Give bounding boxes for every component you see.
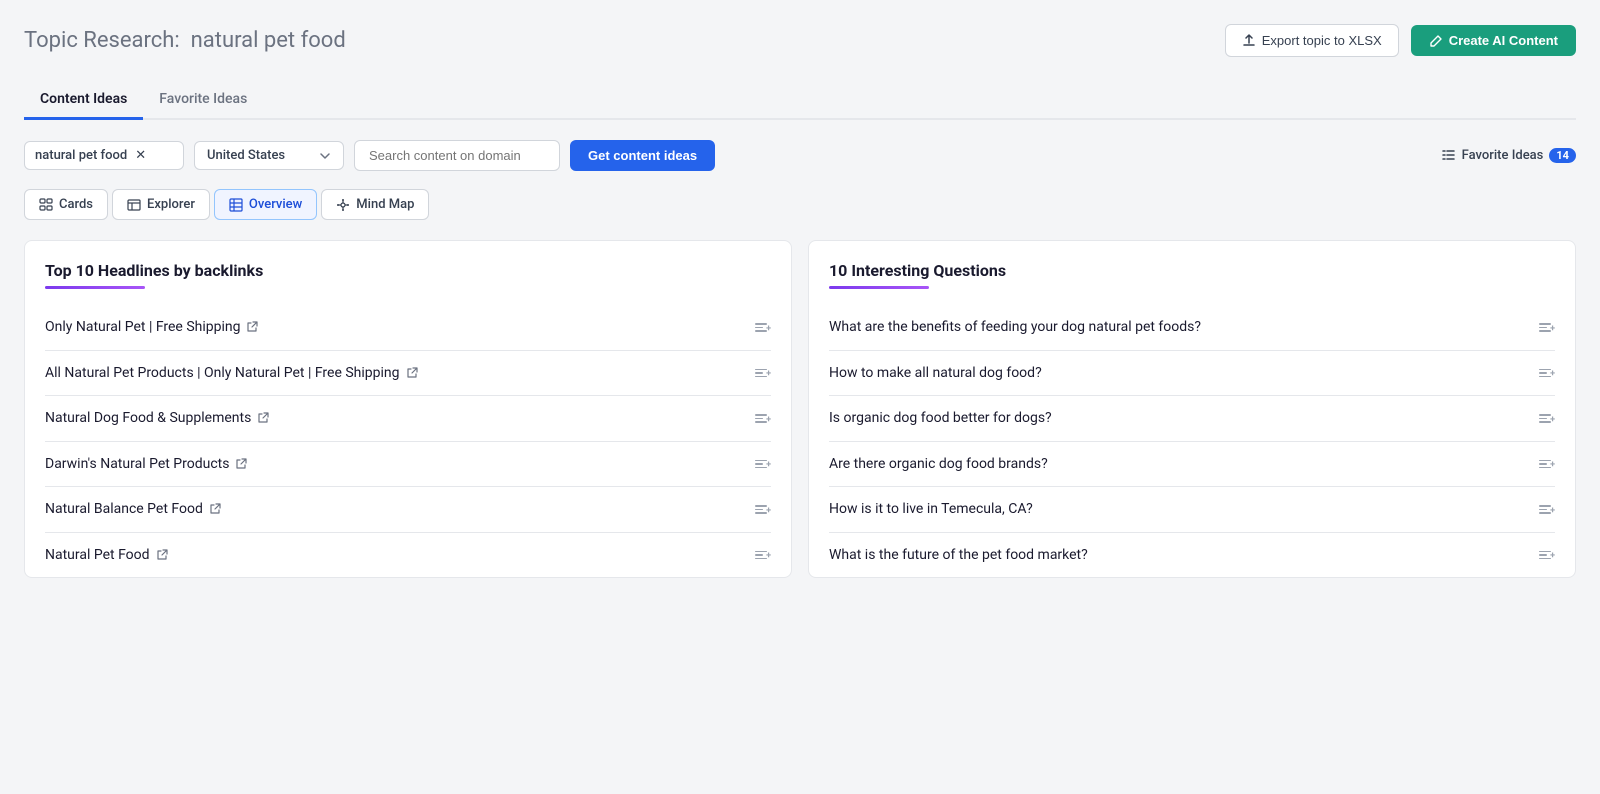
content-panels: Top 10 Headlines by backlinks Only Natur… (24, 240, 1576, 578)
chevron-down-icon (319, 150, 331, 162)
export-button[interactable]: Export topic to XLSX (1225, 24, 1399, 57)
question-item-2: How to make all natural dog food? (829, 365, 1042, 381)
tab-explorer[interactable]: Explorer (112, 189, 210, 220)
add-to-favorites-icon[interactable]: + (1535, 501, 1555, 518)
create-ai-button[interactable]: Create AI Content (1411, 25, 1576, 56)
tab-mind-map[interactable]: Mind Map (321, 189, 429, 220)
headline-item-5: Natural Balance Pet Food (45, 501, 221, 517)
keyword-value: natural pet food (35, 148, 127, 163)
question-item-4: Are there organic dog food brands? (829, 456, 1048, 472)
country-value: United States (207, 148, 285, 163)
headline-item-3: Natural Dog Food & Supplements (45, 410, 269, 426)
title-prefix: Topic Research: (24, 28, 180, 53)
list-item: Is organic dog food better for dogs? + (829, 396, 1555, 442)
controls-bar: natural pet food ✕ United States Get con… (24, 140, 1576, 171)
external-link-icon[interactable] (257, 412, 269, 424)
list-icon (1441, 148, 1456, 163)
upload-icon (1242, 34, 1256, 48)
list-item: Natural Pet Food + (45, 533, 771, 578)
add-to-favorites-icon[interactable]: + (1535, 319, 1555, 336)
list-item: All Natural Pet Products | Only Natural … (45, 351, 771, 397)
questions-panel-title: 10 Interesting Questions (829, 261, 1555, 280)
questions-title-underline (829, 286, 929, 289)
main-tabs: Content Ideas Favorite Ideas (24, 81, 1576, 120)
list-item: Natural Balance Pet Food + (45, 487, 771, 533)
add-to-favorites-icon[interactable]: + (1535, 547, 1555, 564)
headlines-panel-title: Top 10 Headlines by backlinks (45, 261, 771, 280)
list-item: How to make all natural dog food? + (829, 351, 1555, 397)
view-tabs: Cards Explorer Overview (24, 189, 1576, 220)
add-to-favorites-icon[interactable]: + (1535, 410, 1555, 427)
mindmap-icon (336, 198, 350, 212)
headline-item-1: Only Natural Pet | Free Shipping (45, 319, 258, 335)
headlines-panel: Top 10 Headlines by backlinks Only Natur… (24, 240, 792, 578)
overview-icon (229, 198, 243, 212)
list-item: Natural Dog Food & Supplements + (45, 396, 771, 442)
page-title: Topic Research: natural pet food (24, 28, 346, 53)
headlines-title-underline (45, 286, 145, 289)
add-to-favorites-icon[interactable]: + (751, 501, 771, 518)
external-link-icon[interactable] (406, 367, 418, 379)
add-to-favorites-icon[interactable]: + (751, 456, 771, 473)
list-item: What is the future of the pet food marke… (829, 533, 1555, 578)
add-to-favorites-icon[interactable]: + (751, 547, 771, 564)
add-to-favorites-icon[interactable]: + (751, 410, 771, 427)
get-content-ideas-button[interactable]: Get content ideas (570, 140, 715, 171)
page-header: Topic Research: natural pet food Export … (24, 24, 1576, 57)
external-link-icon[interactable] (235, 458, 247, 470)
domain-search-input[interactable] (354, 140, 560, 171)
list-item: Darwin's Natural Pet Products + (45, 442, 771, 488)
clear-keyword-icon[interactable]: ✕ (135, 149, 146, 162)
edit-ai-icon (1429, 34, 1443, 48)
list-item: How is it to live in Temecula, CA? + (829, 487, 1555, 533)
question-item-3: Is organic dog food better for dogs? (829, 410, 1052, 426)
question-item-6: What is the future of the pet food marke… (829, 547, 1088, 563)
add-to-favorites-icon[interactable]: + (1535, 365, 1555, 382)
tab-overview[interactable]: Overview (214, 189, 317, 220)
page-wrapper: Topic Research: natural pet food Export … (0, 0, 1600, 794)
title-keyword: natural pet food (191, 28, 346, 53)
favorite-ideas-badge[interactable]: Favorite Ideas 14 (1441, 148, 1576, 163)
external-link-icon[interactable] (246, 321, 258, 333)
list-item: Are there organic dog food brands? + (829, 442, 1555, 488)
tab-content-ideas[interactable]: Content Ideas (24, 81, 143, 120)
keyword-input-wrapper[interactable]: natural pet food ✕ (24, 141, 184, 170)
favorite-count-badge: 14 (1549, 148, 1576, 163)
add-to-favorites-icon[interactable]: + (1535, 456, 1555, 473)
question-item-5: How is it to live in Temecula, CA? (829, 501, 1033, 517)
external-link-icon[interactable] (156, 549, 168, 561)
questions-panel: 10 Interesting Questions What are the be… (808, 240, 1576, 578)
add-to-favorites-icon[interactable]: + (751, 319, 771, 336)
tab-cards[interactable]: Cards (24, 189, 108, 220)
explorer-icon (127, 198, 141, 212)
external-link-icon[interactable] (209, 503, 221, 515)
headline-item-4: Darwin's Natural Pet Products (45, 456, 247, 472)
tab-favorite-ideas[interactable]: Favorite Ideas (143, 81, 263, 120)
list-item: What are the benefits of feeding your do… (829, 305, 1555, 351)
add-to-favorites-icon[interactable]: + (751, 365, 771, 382)
list-item: Only Natural Pet | Free Shipping + (45, 305, 771, 351)
headline-item-2: All Natural Pet Products | Only Natural … (45, 365, 418, 381)
question-item-1: What are the benefits of feeding your do… (829, 319, 1201, 335)
cards-icon (39, 198, 53, 212)
country-select[interactable]: United States (194, 141, 344, 170)
headline-item-6: Natural Pet Food (45, 547, 168, 563)
header-actions: Export topic to XLSX Create AI Content (1225, 24, 1576, 57)
